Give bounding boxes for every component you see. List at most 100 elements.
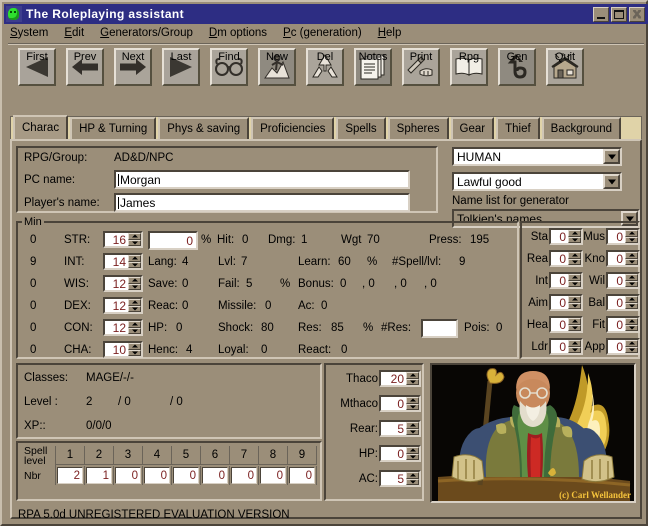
spinner-down-icon[interactable] [128, 283, 141, 290]
tab-hp-turning[interactable]: HP & Turning [70, 117, 157, 139]
spinner-down-icon[interactable] [128, 239, 141, 246]
sec-spinner-int[interactable]: 0 [549, 272, 583, 289]
sec-spinner-bal[interactable]: 0 [606, 294, 640, 311]
spinner-down-icon[interactable] [406, 478, 419, 485]
sec-spinner-app[interactable]: 0 [606, 338, 640, 355]
toolbar-button-find[interactable]: Find [208, 48, 250, 112]
race-select[interactable]: HUMAN [452, 147, 622, 166]
tab-charac[interactable]: Charac [13, 115, 69, 139]
attr-spinner-cha[interactable]: 10 [103, 341, 143, 358]
spell-count-cell[interactable]: 0 [230, 466, 259, 485]
tab-phys-saving[interactable]: Phys & saving [158, 117, 250, 139]
menu-item-edit[interactable]: Edit [64, 27, 84, 39]
attr-value-con: 12 [112, 320, 126, 335]
close-button[interactable] [629, 6, 645, 22]
spinner-down-icon[interactable] [625, 324, 638, 331]
attr-spinner-con[interactable]: 12 [103, 319, 143, 336]
tab-spheres[interactable]: Spheres [387, 117, 449, 139]
sec-spinner-wil[interactable]: 0 [606, 272, 640, 289]
spinner-down-icon[interactable] [128, 349, 141, 356]
sec-spinner-hea[interactable]: 0 [549, 316, 583, 333]
spell-count-cell[interactable]: 0 [259, 466, 288, 485]
spell-count-cell[interactable]: 0 [201, 466, 230, 485]
spell-count-cell[interactable]: 0 [288, 466, 317, 485]
sec-spinner-ldr[interactable]: 0 [549, 338, 583, 355]
attr-spinner-dex[interactable]: 12 [103, 297, 143, 314]
spinner-down-icon[interactable] [128, 305, 141, 312]
sec-spinner-aim[interactable]: 0 [549, 294, 583, 311]
toolbar-button-prev[interactable]: Prev [64, 48, 106, 112]
sec-label-fit: Fit [592, 319, 605, 331]
menu-item-pc-generation[interactable]: Pc (generation) [283, 27, 362, 39]
menu-item-help[interactable]: Help [378, 27, 402, 39]
hp-combat-spinner[interactable]: 0 [379, 445, 421, 462]
minimize-button[interactable] [593, 6, 609, 22]
sec-spinner-rea[interactable]: 0 [549, 250, 583, 267]
attr-label-int: INT: [64, 256, 85, 268]
portrait-frame[interactable]: (c) Carl Wellander [430, 363, 636, 503]
toolbar-button-last[interactable]: Last [160, 48, 202, 112]
hp-combat-label: HP: [358, 448, 378, 460]
menu-item-system[interactable]: System [10, 27, 48, 39]
toolbar-button-notes[interactable]: Notes [352, 48, 394, 112]
spell-count-cell[interactable]: 2 [56, 466, 85, 485]
ac-combat-label: AC: [358, 473, 378, 485]
chevron-down-icon[interactable] [603, 149, 620, 164]
spinner-down-icon[interactable] [625, 302, 638, 309]
rear-spinner[interactable]: 5 [379, 420, 421, 437]
tab-background[interactable]: Background [541, 117, 622, 139]
spinner-down-icon[interactable] [406, 378, 419, 385]
shock-label: Shock: [218, 322, 254, 334]
tab-thief[interactable]: Thief [496, 117, 540, 139]
spinner-down-icon[interactable] [406, 403, 419, 410]
spinner-down-icon[interactable] [625, 280, 638, 287]
mthaco-spinner[interactable]: 0 [379, 395, 421, 412]
ac-combat-spinner[interactable]: 5 [379, 470, 421, 487]
rear-value: 5 [397, 421, 404, 436]
maximize-button[interactable] [611, 6, 627, 22]
spinner-down-icon[interactable] [406, 428, 419, 435]
menu-item-dm-options[interactable]: Dm options [209, 27, 267, 39]
spell-count-cell[interactable]: 0 [114, 466, 143, 485]
exceptional-strength-input[interactable]: 0 [148, 231, 198, 250]
toolbar-label: First [26, 51, 48, 63]
fail-label: Fail: [218, 278, 240, 290]
tab-proficiencies[interactable]: Proficiencies [251, 117, 335, 139]
toolbar-button-new[interactable]: New [256, 48, 298, 112]
spinner-down-icon[interactable] [625, 258, 638, 265]
chevron-down-icon[interactable] [603, 174, 620, 189]
pc-name-input[interactable]: Morgan [114, 170, 410, 189]
spinner-down-icon[interactable] [406, 453, 419, 460]
toolbar-button-rpg[interactable]: Rpg [448, 48, 490, 112]
res-value: 85 [331, 322, 344, 334]
player-name-input[interactable]: James [114, 193, 410, 212]
toolbar-button-quit[interactable]: Quit [544, 48, 586, 112]
sec-spinner-fit[interactable]: 0 [606, 316, 640, 333]
attr-spinner-wis[interactable]: 12 [103, 275, 143, 292]
sec-spinner-kno[interactable]: 0 [606, 250, 640, 267]
menu-item-generators-group[interactable]: Generators/Group [100, 27, 193, 39]
attr-spinner-str[interactable]: 16 [103, 231, 143, 248]
spinner-down-icon[interactable] [625, 346, 638, 353]
spell-count-cell[interactable]: 0 [172, 466, 201, 485]
attr-spinner-int[interactable]: 14 [103, 253, 143, 270]
spinner-down-icon[interactable] [128, 261, 141, 268]
tab-spells[interactable]: Spells [336, 117, 386, 139]
num-res-input[interactable] [421, 319, 458, 338]
toolbar-button-next[interactable]: Next [112, 48, 154, 112]
spell-count-value: 0 [202, 467, 228, 484]
tab-gear[interactable]: Gear [450, 117, 495, 139]
sec-spinner-mus[interactable]: 0 [606, 228, 640, 245]
alignment-select[interactable]: Lawful good [452, 172, 622, 191]
spell-count-cell[interactable]: 1 [85, 466, 114, 485]
spinner-down-icon[interactable] [128, 327, 141, 334]
spell-level-col: 4 [143, 446, 172, 465]
toolbar-button-gen[interactable]: Gen [496, 48, 538, 112]
thaco-spinner[interactable]: 20 [379, 370, 421, 387]
toolbar-button-del[interactable]: Del [304, 48, 346, 112]
spell-count-cell[interactable]: 0 [143, 466, 172, 485]
spinner-down-icon[interactable] [625, 236, 638, 243]
sec-spinner-sta[interactable]: 0 [549, 228, 583, 245]
toolbar-button-print[interactable]: Print [400, 48, 442, 112]
toolbar-button-first[interactable]: First [16, 48, 58, 112]
